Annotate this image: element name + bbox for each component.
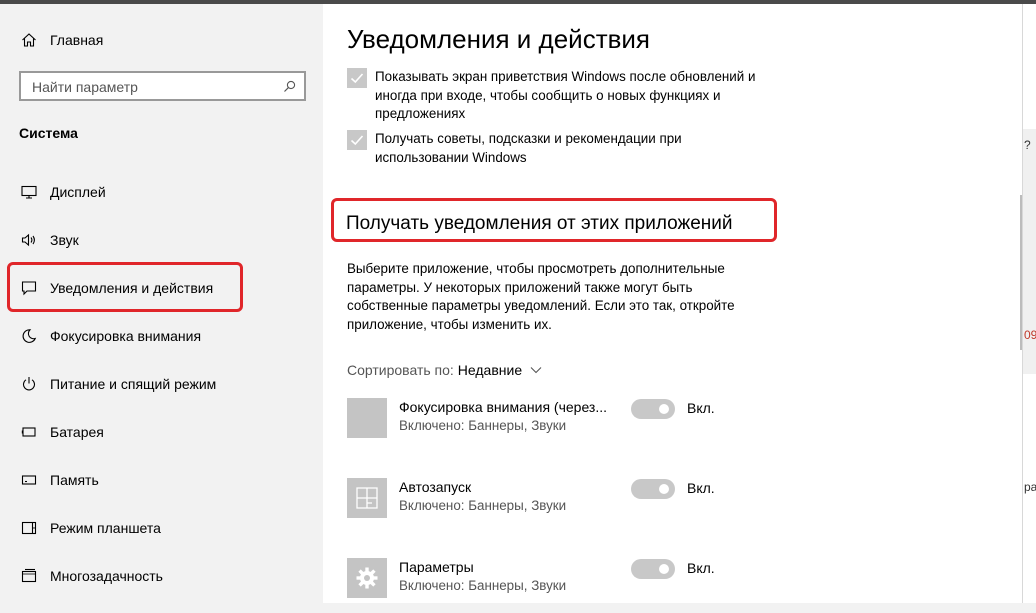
sidebar-item-label: Звук (50, 232, 79, 248)
toggle-knob (659, 484, 669, 494)
app-status: Включено: Баннеры, Звуки (399, 498, 567, 513)
page-title: Уведомления и действия (347, 24, 651, 54)
background-window: ? 09 ра (1022, 4, 1036, 613)
sort-label: Сортировать по: (347, 362, 454, 378)
gear-icon (347, 558, 387, 598)
toggle-label: Вкл. (687, 560, 715, 576)
power-icon (18, 374, 40, 394)
battery-icon (18, 422, 40, 442)
sidebar-item-label: Дисплей (50, 184, 106, 200)
sidebar-item-sound[interactable]: Звук (18, 228, 79, 252)
sidebar-item-power[interactable]: Питание и спящий режим (18, 372, 216, 396)
app-name: Параметры (399, 559, 474, 575)
background-text: ? (1024, 138, 1031, 152)
search-input[interactable] (32, 79, 272, 95)
sidebar-item-focus-assist[interactable]: Фокусировка внимания (18, 324, 201, 348)
sidebar-section-title: Система (19, 125, 78, 141)
tablet-icon (18, 518, 40, 538)
blank-tile-icon (347, 398, 387, 438)
checkbox-label: Показывать экран приветствия Windows пос… (375, 69, 756, 121)
checkbox-label: Получать советы, подсказки и рекомендаци… (375, 131, 682, 165)
sidebar-home-label: Главная (50, 32, 104, 48)
checkmark-icon (350, 73, 364, 84)
checkmark-icon (350, 135, 364, 146)
highlight-box-heading (331, 198, 777, 242)
window-bottom-border (0, 603, 1036, 613)
toggle-settings[interactable] (631, 559, 675, 579)
sidebar-item-battery[interactable]: Батарея (18, 420, 104, 444)
background-text: ра (1024, 480, 1036, 494)
speaker-icon (18, 230, 40, 250)
app-status: Включено: Баннеры, Звуки (399, 418, 567, 433)
checkbox-welcome-experience[interactable] (347, 68, 367, 88)
toggle-knob (659, 404, 669, 414)
sidebar-item-multitasking[interactable]: Многозадачность (18, 564, 163, 588)
monitor-icon (18, 182, 40, 202)
home-icon (18, 30, 40, 50)
sidebar-home[interactable]: Главная (18, 28, 103, 52)
sidebar-item-tablet-mode[interactable]: Режим планшета (18, 516, 161, 540)
section-description: Выберите приложение, чтобы просмотреть д… (347, 261, 735, 332)
background-text: 09 (1024, 328, 1036, 342)
sidebar-item-label: Память (50, 472, 99, 488)
checkbox-tips[interactable] (347, 130, 367, 150)
highlight-box-sidebar (7, 262, 243, 312)
chevron-down-icon (530, 366, 542, 374)
sidebar-item-label: Многозадачность (50, 568, 163, 584)
autoplay-icon (347, 478, 387, 518)
sort-row: Сортировать по: Недавние (347, 362, 542, 378)
multitasking-icon (18, 566, 40, 586)
toggle-label: Вкл. (687, 480, 715, 496)
toggle-autoplay[interactable] (631, 479, 675, 499)
app-name: Фокусировка внимания (через... (399, 399, 608, 415)
storage-icon (18, 470, 40, 490)
sort-value: Недавние (457, 362, 523, 378)
toggle-label: Вкл. (687, 400, 715, 416)
toggle-focus-assist[interactable] (631, 399, 675, 419)
search-box[interactable] (19, 71, 306, 101)
moon-icon (18, 326, 40, 346)
search-icon[interactable] (283, 80, 296, 98)
sidebar-item-label: Режим планшета (50, 520, 161, 536)
sidebar-item-label: Батарея (50, 424, 104, 440)
sidebar-item-storage[interactable]: Память (18, 468, 99, 492)
sort-dropdown[interactable]: Недавние (458, 362, 542, 378)
sidebar-item-display[interactable]: Дисплей (18, 180, 106, 204)
toggle-knob (659, 564, 669, 574)
sidebar-item-label: Питание и спящий режим (50, 376, 217, 392)
app-status: Включено: Баннеры, Звуки (399, 578, 567, 593)
sidebar-item-label: Фокусировка внимания (50, 328, 202, 344)
app-name: Автозапуск (399, 479, 472, 495)
